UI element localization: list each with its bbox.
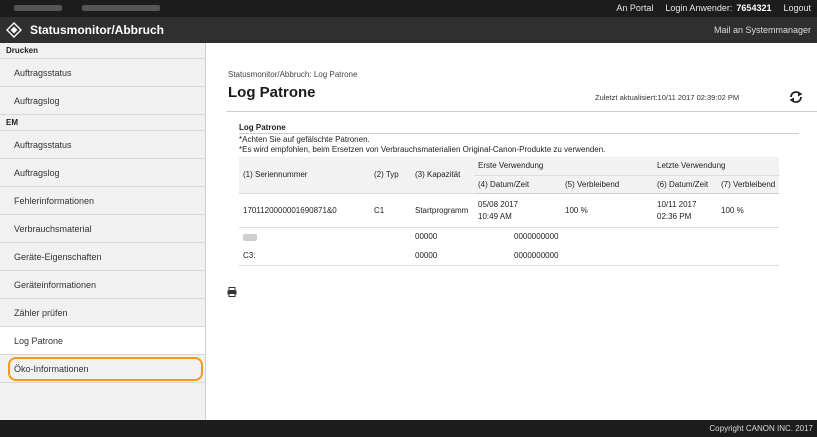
sidebar-item-print-auftragslog[interactable]: Auftragslog (0, 87, 205, 115)
sidebar-item-fehlerinformationen[interactable]: Fehlerinformationen (0, 187, 205, 215)
col-group-first-use: Erste Verwendung (474, 157, 653, 176)
col-type: (2) Typ (370, 157, 411, 194)
copyright-text: Copyright CANON INC. 2017 (709, 424, 813, 433)
col-last-remaining: (7) Verbleibend (717, 175, 780, 194)
log-patrone-panel: Log Patrone *Achten Sie auf gefälschte P… (228, 119, 817, 288)
cell-capacity: Startprogramm (411, 193, 474, 228)
col-last-date: (6) Datum/Zeit (653, 175, 717, 194)
col-first-date: (4) Datum/Zeit (474, 175, 561, 194)
cell-first-remaining: 100 % (561, 193, 653, 228)
login-user-label: Login Anwender: (665, 3, 733, 13)
cell-last-date (653, 246, 717, 266)
main-content: Statusmonitor/Abbruch: Log Patrone Log P… (207, 43, 817, 420)
cell-type (370, 246, 411, 266)
cell-first-date: 0000000000 (514, 232, 559, 242)
cell-type (370, 227, 411, 246)
logout-link[interactable]: Logout (783, 3, 811, 13)
col-capacity: (3) Kapazität (411, 157, 474, 194)
cell-type: C1 (370, 193, 411, 228)
cell-last-date: 10/11 2017 (657, 199, 697, 209)
cell-serial: 1701120000001690871&0 (239, 193, 370, 228)
blurred-product-name (14, 5, 62, 11)
title-bar: Statusmonitor/Abbruch Mail an Systemmana… (0, 17, 817, 43)
footer: Copyright CANON INC. 2017 (0, 420, 817, 437)
sidebar-item-geraete-eigenschaften[interactable]: Geräte-Eigenschaften (0, 243, 205, 271)
top-navigation-bar: An Portal Login Anwender: 7654321 Logout (0, 0, 817, 17)
blurred-serial (243, 233, 257, 241)
cell-first-datetime: 05/08 2017 10:49 AM (474, 193, 561, 228)
cell-first-date: 0000000000 (474, 246, 653, 266)
sidebar: Drucken Auftragsstatus Auftragslog EM Au… (0, 43, 206, 420)
sidebar-item-print-auftragsstatus[interactable]: Auftragsstatus (0, 59, 205, 87)
cell-serial: C3: (239, 246, 370, 266)
cell-last-remaining: 100 % (717, 193, 780, 228)
mail-systemmanager-link[interactable]: Mail an Systemmanager (714, 25, 811, 35)
col-serial: (1) Seriennummer (239, 157, 370, 194)
blurred-device-name (82, 5, 160, 11)
table-row: C3: 00000 0000000000 (239, 246, 780, 266)
selected-item-highlight (8, 357, 203, 381)
cell-serial-redacted (239, 227, 370, 246)
cell-first-time: 10:49 AM (478, 211, 512, 221)
top-links: An Portal Login Anwender: 7654321 Logout (616, 3, 811, 13)
sidebar-heading-drucken: Drucken (0, 43, 205, 59)
cell-capacity: 00000 (415, 232, 438, 242)
cell-last-remaining (717, 227, 779, 246)
sidebar-item-em-auftragslog[interactable]: Auftragslog (0, 159, 205, 187)
breadcrumb: Statusmonitor/Abbruch: Log Patrone (228, 70, 358, 79)
sidebar-heading-em: EM (0, 115, 205, 131)
note-counterfeit: *Achten Sie auf gefälschte Patronen. (239, 135, 370, 144)
canon-device-logo-icon (6, 22, 22, 38)
cell-last-remaining (717, 246, 780, 266)
col-group-last-use: Letzte Verwendung (653, 157, 780, 176)
sidebar-item-verbrauchsmaterial[interactable]: Verbrauchsmaterial (0, 215, 205, 243)
sidebar-item-log-patrone[interactable]: Log Patrone (0, 327, 205, 355)
login-user-id: 7654321 (736, 3, 772, 13)
sidebar-item-em-auftragsstatus[interactable]: Auftragsstatus (0, 131, 205, 159)
cell-capacity: 00000 (411, 246, 474, 266)
last-updated-text: Zuletzt aktualisiert:10/11 2017 02:39:02… (595, 93, 740, 102)
cell-last-datetime: 10/11 2017 02:36 PM (653, 193, 717, 228)
sidebar-item-zaehler-pruefen[interactable]: Zähler prüfen (0, 299, 205, 327)
refresh-icon[interactable] (788, 90, 804, 104)
cell-last-date (653, 227, 717, 246)
page-app-title: Statusmonitor/Abbruch (30, 23, 164, 37)
cell-first-date: 05/08 2017 (478, 199, 519, 209)
sidebar-item-geraeteinformationen[interactable]: Geräteinformationen (0, 271, 205, 299)
print-icon[interactable] (227, 287, 237, 297)
table-row: 00000 0000000000 (239, 227, 779, 246)
section-divider (239, 133, 799, 134)
note-original-products: *Es wird empfohlen, beim Ersetzen von Ve… (239, 145, 606, 154)
table-row: 1701120000001690871&0 C1 Startprogramm 0… (239, 193, 780, 228)
title-divider (226, 111, 817, 112)
cartridge-log-table: (1) Seriennummer (2) Typ (3) Kapazität E… (239, 157, 780, 266)
portal-link[interactable]: An Portal (616, 3, 653, 13)
page-title: Log Patrone (228, 84, 316, 101)
cell-last-time: 02:36 PM (657, 211, 692, 221)
col-first-remaining: (5) Verbleibend (561, 175, 653, 194)
section-title: Log Patrone (239, 123, 286, 132)
